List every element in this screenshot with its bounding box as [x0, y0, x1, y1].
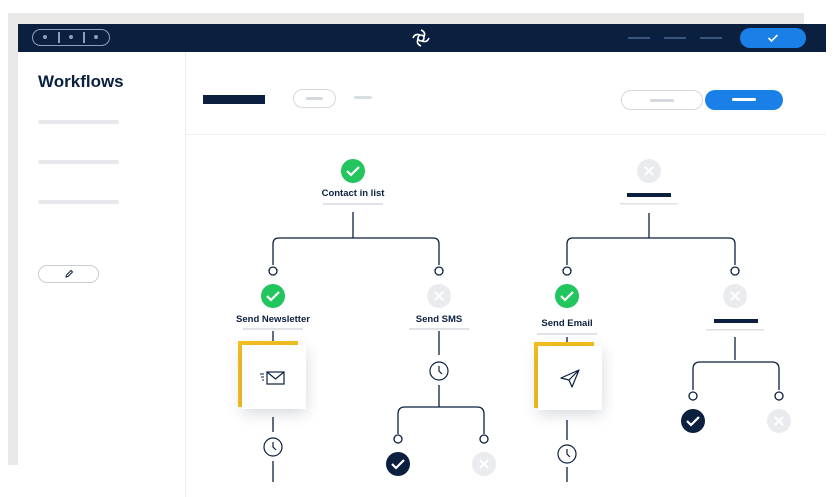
workflow-diagram — [261, 159, 791, 482]
label-underline — [243, 328, 303, 330]
clock-icon — [263, 437, 283, 457]
connector-port[interactable] — [479, 434, 489, 444]
connector-port[interactable] — [434, 266, 444, 276]
envelope-icon — [260, 371, 285, 385]
label-underline — [706, 329, 764, 331]
close-icon — [472, 452, 496, 476]
email-action-card[interactable] — [538, 346, 602, 410]
connector-port[interactable] — [562, 266, 572, 276]
check-icon — [681, 409, 705, 433]
send-icon — [560, 369, 580, 388]
connector-port[interactable] — [393, 434, 403, 444]
node-label-placeholder — [714, 319, 758, 323]
clock-icon — [429, 361, 449, 381]
connector-port[interactable] — [688, 391, 698, 401]
node-label-placeholder — [627, 193, 671, 197]
connector-port[interactable] — [268, 266, 278, 276]
label-underline — [323, 203, 383, 205]
node-label-send-sms[interactable]: Send SMS — [416, 314, 462, 325]
check-icon — [555, 284, 579, 308]
check-icon — [386, 452, 410, 476]
check-icon — [341, 159, 365, 183]
check-icon — [261, 284, 285, 308]
node-label-send-newsletter[interactable]: Send Newsletter — [236, 314, 310, 325]
node-label-contact-in-list[interactable]: Contact in list — [322, 188, 385, 199]
label-underline — [537, 333, 597, 335]
close-icon — [427, 284, 451, 308]
close-icon — [637, 159, 661, 183]
close-icon — [767, 409, 791, 433]
connector-port[interactable] — [774, 391, 784, 401]
newsletter-action-card[interactable] — [242, 345, 306, 409]
label-underline — [409, 328, 469, 330]
clock-icon — [557, 444, 577, 464]
node-label-send-email[interactable]: Send Email — [541, 318, 592, 329]
close-icon — [723, 284, 747, 308]
label-underline — [620, 203, 678, 205]
connector-port[interactable] — [730, 266, 740, 276]
